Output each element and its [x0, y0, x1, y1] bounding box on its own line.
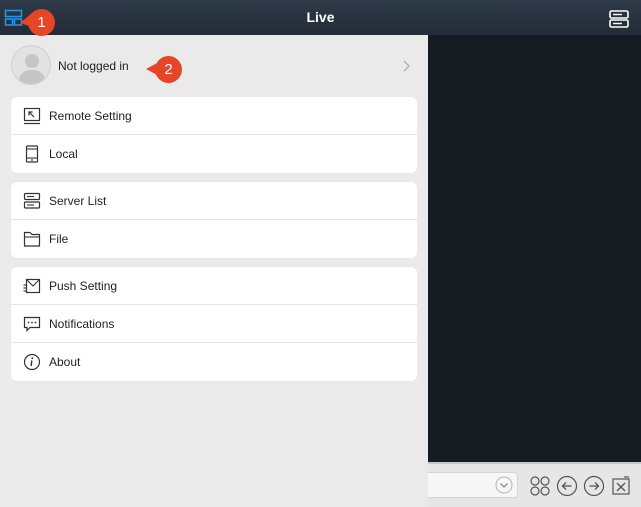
previous-icon[interactable]: [556, 475, 578, 497]
close-window-icon[interactable]: [610, 475, 632, 497]
local-device-icon: [23, 145, 41, 163]
next-icon[interactable]: [583, 475, 605, 497]
menu-item-file[interactable]: File: [11, 220, 417, 258]
chevron-right-icon: [401, 59, 411, 73]
server-list-icon: [23, 192, 41, 210]
notification-icon: [23, 315, 41, 333]
menu-item-label: About: [49, 355, 81, 369]
menu-item-server-list[interactable]: Server List: [11, 182, 417, 220]
menu-item-label: Server List: [49, 194, 107, 208]
title-bar: Live: [0, 0, 641, 35]
menu-item-notifications[interactable]: Notifications: [11, 305, 417, 343]
menu-group-device: Remote Setting Local: [11, 97, 417, 173]
multi-view-icon[interactable]: [529, 475, 551, 497]
profile-row[interactable]: Not logged in: [0, 35, 428, 97]
menu-item-remote-setting[interactable]: Remote Setting: [11, 97, 417, 135]
menu-item-label: Remote Setting: [49, 109, 132, 123]
server-menu-icon[interactable]: [608, 9, 630, 29]
menu-group-server: Server List File: [11, 182, 417, 258]
menu-item-label: Local: [49, 147, 78, 161]
callout-badge-2: 2: [155, 56, 182, 83]
live-toolbar: [428, 462, 641, 507]
menu-item-label: Push Setting: [49, 279, 118, 293]
push-setting-icon: [23, 277, 41, 295]
remote-setting-icon: [23, 107, 41, 125]
stream-select[interactable]: [428, 472, 518, 498]
menu-item-about[interactable]: About: [11, 343, 417, 381]
menu-item-label: File: [49, 232, 69, 246]
menu-item-push-setting[interactable]: Push Setting: [11, 267, 417, 305]
page-title: Live: [306, 9, 335, 25]
menu-item-label: Notifications: [49, 317, 115, 331]
callout-badge-1: 1: [28, 9, 55, 36]
menu-group-general: Push Setting Notifications About: [11, 267, 417, 381]
login-status: Not logged in: [58, 59, 129, 73]
info-icon: [23, 353, 41, 371]
avatar: [11, 45, 51, 85]
live-video-area[interactable]: [428, 35, 641, 462]
chevron-down-icon: [495, 476, 513, 494]
menu-item-local[interactable]: Local: [11, 135, 417, 173]
side-drawer: Not logged in Remote Setting Local Serve…: [0, 35, 428, 507]
folder-icon: [23, 230, 41, 248]
